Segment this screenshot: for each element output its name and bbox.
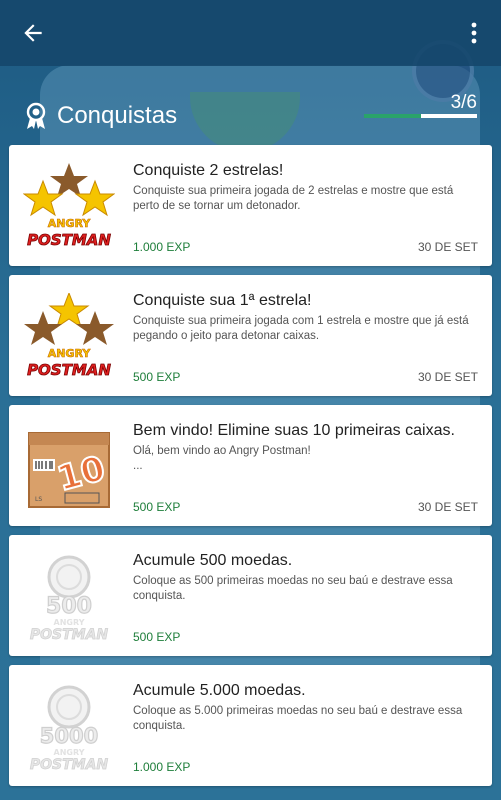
progress-bar: [364, 114, 477, 118]
svg-text:POSTMAN: POSTMAN: [27, 361, 111, 379]
achievement-date: 30 DE SET: [417, 370, 478, 384]
two-stars-badge-icon: ANGRY POSTMAN: [23, 163, 115, 249]
page-title: Conquistas: [57, 102, 178, 129]
achievement-card[interactable]: ANGRY POSTMAN Conquiste 2 estrelas! Conq…: [9, 145, 492, 266]
coins-500-badge-locked-icon: 500 ANGRY POSTMAN: [30, 555, 109, 643]
achievement-description: Olá, bem vindo ao Angry Postman! ...: [133, 445, 311, 472]
one-star-badge-icon: ANGRY POSTMAN: [24, 293, 114, 379]
achievement-card[interactable]: 10 LS Bem vindo! Elimine suas 10 primeir…: [9, 405, 492, 526]
achievement-title: Conquiste sua 1ª estrela!: [133, 292, 312, 309]
svg-text:5000: 5000: [40, 724, 98, 748]
svg-text:POSTMAN: POSTMAN: [30, 627, 109, 643]
award-ribbon-icon: [26, 102, 46, 129]
achievement-description: Coloque as 5.000 primeiras moedas no seu…: [133, 705, 463, 732]
achievement-title: Acumule 5.000 moedas.: [133, 682, 306, 699]
achievements-header: Conquistas 3/6: [0, 90, 501, 140]
achievement-description: Conquiste sua primeira jogada de 2 estre…: [133, 185, 454, 212]
progress-count: 3/6: [450, 92, 477, 113]
back-arrow-icon[interactable]: [20, 20, 46, 46]
svg-text:LS: LS: [35, 496, 42, 503]
achievement-exp: 1.000 EXP: [133, 760, 191, 774]
achievement-exp: 1.000 EXP: [133, 240, 191, 254]
achievement-title: Conquiste 2 estrelas!: [133, 162, 284, 179]
achievement-exp: 500 EXP: [133, 630, 181, 644]
achievement-list: ANGRY POSTMAN Conquiste 2 estrelas! Conq…: [9, 145, 492, 795]
achievement-date: 30 DE SET: [417, 500, 478, 514]
app-bar: [0, 0, 501, 66]
achievement-description: Coloque as 500 primeiras moedas no seu b…: [133, 575, 453, 602]
achievement-card[interactable]: ANGRY POSTMAN Conquiste sua 1ª estrela! …: [9, 275, 492, 396]
achievement-date: 30 DE SET: [417, 240, 478, 254]
coins-5000-badge-locked-icon: 5000 ANGRY POSTMAN: [30, 685, 109, 773]
svg-text:ANGRY: ANGRY: [54, 748, 85, 757]
svg-text:ANGRY: ANGRY: [48, 347, 92, 360]
more-options-icon[interactable]: [466, 20, 482, 46]
achievement-exp: 500 EXP: [133, 370, 181, 384]
achievement-card[interactable]: 5000 ANGRY POSTMAN Acumule 5.000 moedas.…: [9, 665, 492, 786]
svg-text:500: 500: [46, 594, 92, 619]
box-10-badge-icon: 10 LS: [28, 432, 110, 508]
achievement-title: Acumule 500 moedas.: [133, 552, 293, 569]
svg-text:POSTMAN: POSTMAN: [27, 231, 111, 249]
achievement-exp: 500 EXP: [133, 500, 181, 514]
achievement-description: Conquiste sua primeira jogada com 1 estr…: [133, 315, 469, 342]
achievement-title: Bem vindo! Elimine suas 10 primeiras cai…: [133, 422, 455, 439]
achievement-card[interactable]: 500 ANGRY POSTMAN Acumule 500 moedas. Co…: [9, 535, 492, 656]
svg-text:POSTMAN: POSTMAN: [30, 757, 109, 773]
progress-bar-fill: [364, 114, 421, 118]
svg-text:ANGRY: ANGRY: [54, 618, 85, 627]
svg-text:ANGRY: ANGRY: [48, 217, 92, 230]
